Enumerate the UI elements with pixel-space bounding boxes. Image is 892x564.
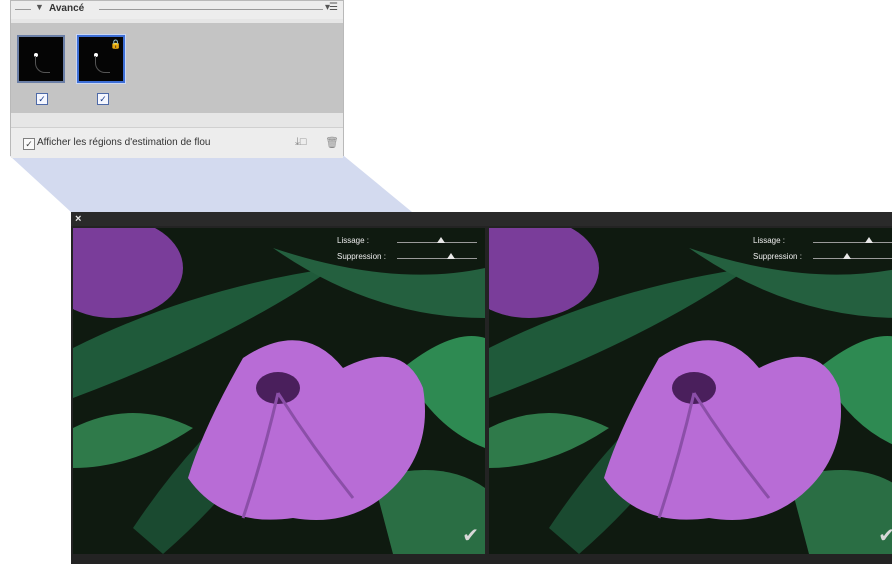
- suppression-slider-thumb[interactable]: [842, 253, 851, 259]
- blur-trace-settings: Lissage : Suppression :: [753, 234, 892, 266]
- blur-trace-thumbnail-selected[interactable]: 🔒: [77, 35, 125, 83]
- add-region-icon[interactable]: ⤓□: [295, 136, 307, 149]
- preview-pane-before: Lissage : Suppression : ✔: [73, 228, 485, 554]
- smoothing-slider-thumb[interactable]: [865, 237, 873, 243]
- flower-photo: [489, 228, 892, 554]
- blur-trace-thumbnail[interactable]: [17, 35, 65, 83]
- thumbnail-checkbox[interactable]: ✓: [97, 93, 109, 105]
- preview-title-bar: ×: [71, 212, 892, 226]
- preview-pane-after: Lissage : Suppression : ✔: [489, 228, 892, 554]
- advanced-panel: ▼ Avancé ▾☰ 🔒 ✓ ✓ ✓ Afficher les régions…: [10, 0, 344, 158]
- suppression-label: Suppression :: [753, 252, 802, 261]
- lock-icon: 🔒: [110, 39, 122, 49]
- thumbnail-checkbox[interactable]: ✓: [36, 93, 48, 105]
- preview-window: × Lissage : Suppression : ✔ Lissage: Su…: [71, 212, 892, 564]
- suppression-slider[interactable]: [813, 258, 892, 259]
- close-icon[interactable]: ×: [75, 213, 81, 225]
- show-blur-regions-label: Afficher les régions d'estimation de flo…: [37, 137, 211, 148]
- apply-checkmark-icon[interactable]: ✔: [462, 523, 479, 548]
- show-blur-regions-checkbox[interactable]: ✓: [23, 138, 35, 150]
- panel-title: Avancé: [49, 3, 85, 14]
- panel-header[interactable]: ▼ Avancé ▾☰: [11, 1, 343, 19]
- panel-footer: ✓ Afficher les régions d'estimation de f…: [11, 127, 343, 158]
- suppression-label: Suppression :: [337, 252, 386, 261]
- apply-checkmark-icon[interactable]: ✔: [878, 523, 892, 548]
- smoothing-label: Lissage :: [753, 236, 786, 245]
- suppression-slider-thumb[interactable]: [447, 253, 456, 259]
- smoothing-label: Lissage :: [337, 236, 370, 245]
- blur-trace-thumbnails: 🔒 ✓ ✓: [11, 23, 343, 113]
- smoothing-slider-thumb[interactable]: [437, 237, 445, 243]
- panel-menu-icon[interactable]: ▾☰: [325, 2, 338, 13]
- blur-trace-settings: Lissage : Suppression :: [337, 234, 477, 266]
- collapse-triangle-icon[interactable]: ▼: [35, 2, 44, 12]
- smoothing-slider[interactable]: [813, 242, 892, 243]
- trash-icon[interactable]: 🗑: [325, 136, 339, 149]
- suppression-slider[interactable]: [397, 258, 477, 259]
- flower-photo: [73, 228, 485, 554]
